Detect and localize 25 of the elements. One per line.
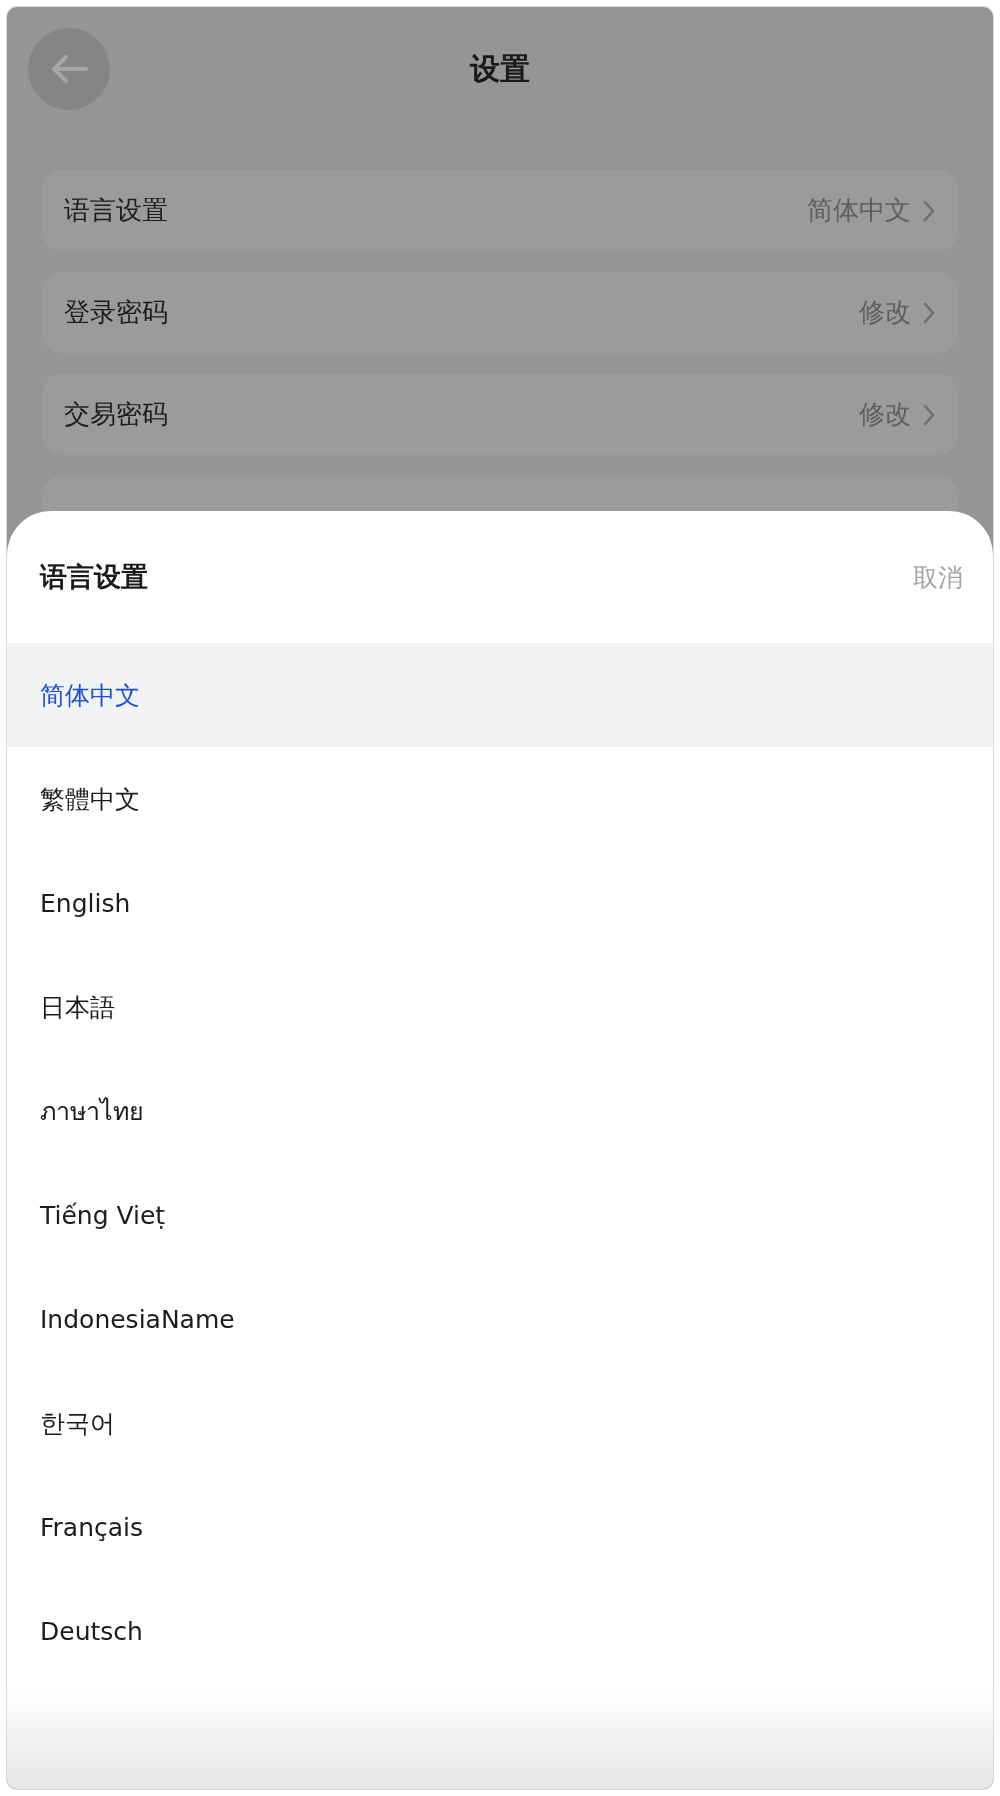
language-option[interactable]: Deutsch xyxy=(7,1579,993,1683)
language-option[interactable]: 简体中文 xyxy=(7,643,993,747)
chevron-right-icon xyxy=(923,199,935,222)
language-option[interactable]: Français xyxy=(7,1475,993,1579)
chevron-right-icon xyxy=(923,403,935,426)
language-option[interactable]: Tiếng Vieṭ xyxy=(7,1163,993,1267)
row-value: 修改 xyxy=(859,296,911,329)
row-value: 修改 xyxy=(859,398,911,431)
language-option[interactable]: 日本語 xyxy=(7,955,993,1059)
row-label: 语言设置 xyxy=(64,194,169,227)
sheet-title: 语言设置 xyxy=(40,560,148,594)
language-option[interactable]: IndonesiaName xyxy=(7,1267,993,1371)
language-option[interactable]: ภาษาไทย xyxy=(7,1059,993,1163)
row-label: 交易密码 xyxy=(64,398,169,431)
language-option[interactable]: 繁體中文 xyxy=(7,747,993,851)
chevron-right-icon xyxy=(923,301,935,324)
language-option[interactable]: English xyxy=(7,851,993,955)
row-value: 简体中文 xyxy=(807,194,911,227)
language-option[interactable]: 한국어 xyxy=(7,1371,993,1475)
settings-row[interactable]: 交易密码 修改 xyxy=(43,374,957,455)
back-arrow-icon xyxy=(50,54,88,84)
row-label: 登录密码 xyxy=(64,296,169,329)
page-title: 设置 xyxy=(470,49,530,88)
settings-row[interactable]: 语言设置 简体中文 xyxy=(43,170,957,251)
settings-row[interactable]: 登录密码 修改 xyxy=(43,272,957,353)
